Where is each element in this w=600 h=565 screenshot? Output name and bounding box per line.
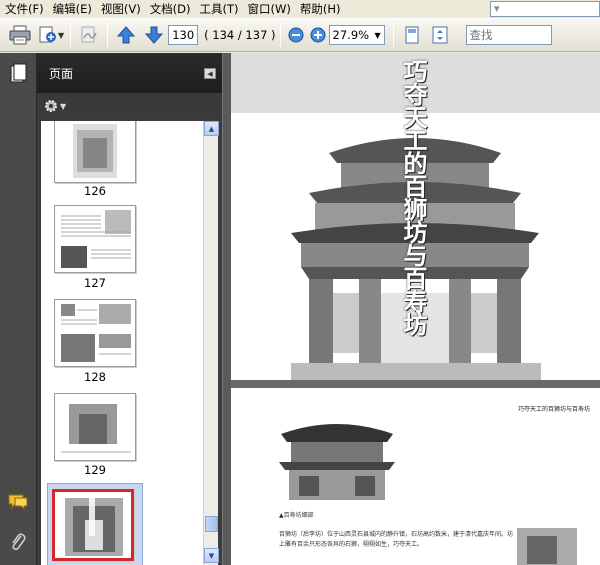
arrow-up-icon — [117, 26, 136, 44]
next-page-button[interactable] — [140, 22, 168, 48]
page-thumbnail-130[interactable] — [52, 489, 134, 561]
body-text: 百狮坊（后李坊）位于山西灵石县城内的静升镇，石坊高约数米，建于清代嘉庆年间。坊上… — [279, 531, 514, 548]
toolbar-separator — [392, 23, 394, 47]
chevron-down-icon[interactable]: ▼ — [372, 31, 384, 40]
toolbar: ▼ ( 134 / 137 ) 27.9% ▼ — [0, 18, 600, 52]
gear-icon — [45, 100, 57, 112]
attachments-panel-button[interactable] — [6, 531, 30, 553]
acrobat-share-icon — [39, 26, 56, 43]
panel-options-bar: ▼ — [37, 93, 222, 119]
print-button[interactable] — [6, 22, 34, 48]
chevron-down-icon: ▼ — [60, 101, 67, 111]
panel-title: 页面 — [49, 66, 74, 81]
menu-file[interactable]: 文件(F) — [2, 0, 50, 18]
arrow-down-icon — [145, 26, 164, 44]
menu-edit[interactable]: 编辑(E) — [50, 0, 98, 18]
toolbar-separator — [279, 23, 281, 47]
toolbar-separator — [70, 23, 72, 47]
page-title: 巧夺天工的百狮坊与百寿坊 — [399, 59, 427, 335]
page-thumbnail-127[interactable] — [54, 205, 136, 273]
menu-help[interactable]: 帮助(H) — [297, 0, 347, 18]
comments-panel-button[interactable] — [6, 491, 30, 513]
collapse-panel-button[interactable]: ◀ — [204, 68, 216, 79]
page-thumbnail-129[interactable] — [54, 393, 136, 461]
zoom-in-icon — [310, 27, 326, 43]
zoom-out-icon — [288, 27, 304, 43]
full-screen-button[interactable] — [426, 22, 454, 48]
photo-caption: ▲百寿坊细部 — [279, 512, 314, 519]
pages-icon — [10, 63, 27, 83]
scrollbar-thumb[interactable] — [205, 516, 218, 532]
page-thumbnail-126[interactable] — [54, 121, 136, 183]
pages-panel-button[interactable] — [6, 63, 30, 85]
page-number-input[interactable] — [168, 25, 199, 45]
pages-panel: 页面 ◀ ▼ 126 127 128 129 ▲ ▼ — [37, 53, 222, 565]
thumbnail-list[interactable]: 126 127 128 129 — [41, 121, 206, 565]
thumbnail-label: 128 — [84, 370, 106, 384]
options-button[interactable]: ▼ — [43, 98, 66, 114]
navigation-pane — [0, 53, 37, 565]
menu-bar: 文件(F) 编辑(E) 视图(V) 文档(D) 工具(T) 窗口(W) 帮助(H… — [0, 0, 600, 18]
menu-view[interactable]: 视图(V) — [98, 0, 147, 18]
menu-window[interactable]: 窗口(W) — [245, 0, 297, 18]
help-search-field[interactable]: ▾ — [490, 1, 600, 17]
scroll-down-button[interactable]: ▼ — [204, 548, 219, 563]
fit-page-icon — [405, 26, 419, 44]
zoom-value: 27.9% — [332, 28, 370, 42]
zoom-in-button[interactable] — [307, 22, 329, 48]
page-count: ( 134 / 137 ) — [204, 28, 276, 42]
side-photo — [517, 528, 577, 565]
menu-document[interactable]: 文档(D) — [147, 0, 197, 18]
fit-page-button[interactable] — [398, 22, 426, 48]
toolbar-separator — [107, 23, 109, 47]
attachment-icon — [12, 533, 26, 551]
sign-button[interactable] — [75, 22, 103, 48]
document-page-130: 巧夺天工的百狮坊与百寿坊 — [231, 53, 600, 380]
printer-icon — [9, 25, 31, 45]
thumbnail-label: 126 — [84, 184, 106, 198]
pages-panel-header: 页面 ◀ — [37, 53, 222, 93]
find-input[interactable] — [465, 25, 552, 45]
thumbnail-scrollbar[interactable]: ▲ ▼ — [203, 121, 219, 565]
panel-splitter[interactable] — [222, 53, 231, 565]
zoom-out-button[interactable] — [285, 22, 307, 48]
running-header: 巧夺天工的百狮坊与百寿坊 — [517, 406, 590, 413]
full-screen-icon — [432, 26, 448, 44]
signature-icon — [81, 26, 97, 43]
menu-tools[interactable]: 工具(T) — [197, 0, 245, 18]
zoom-select[interactable]: 27.9% ▼ — [328, 25, 385, 45]
previous-page-button[interactable] — [112, 22, 140, 48]
scroll-up-button[interactable]: ▲ — [204, 121, 219, 136]
document-view[interactable]: 巧夺天工的百狮坊与百寿坊 巧夺天工的百狮坊与百寿坊 ▲百寿坊细部 百狮坊（后李坊… — [231, 53, 600, 565]
thumbnail-label: 129 — [84, 463, 106, 477]
thumbnail-label: 127 — [84, 276, 106, 290]
detail-photo — [279, 424, 395, 500]
comment-icon — [8, 494, 28, 511]
document-page-131: 巧夺天工的百狮坊与百寿坊 ▲百寿坊细部 百狮坊（后李坊）位于山西灵石县城内的静升… — [231, 388, 600, 565]
page-thumbnail-128[interactable] — [54, 299, 136, 367]
chevron-down-icon[interactable]: ▼ — [58, 31, 64, 40]
